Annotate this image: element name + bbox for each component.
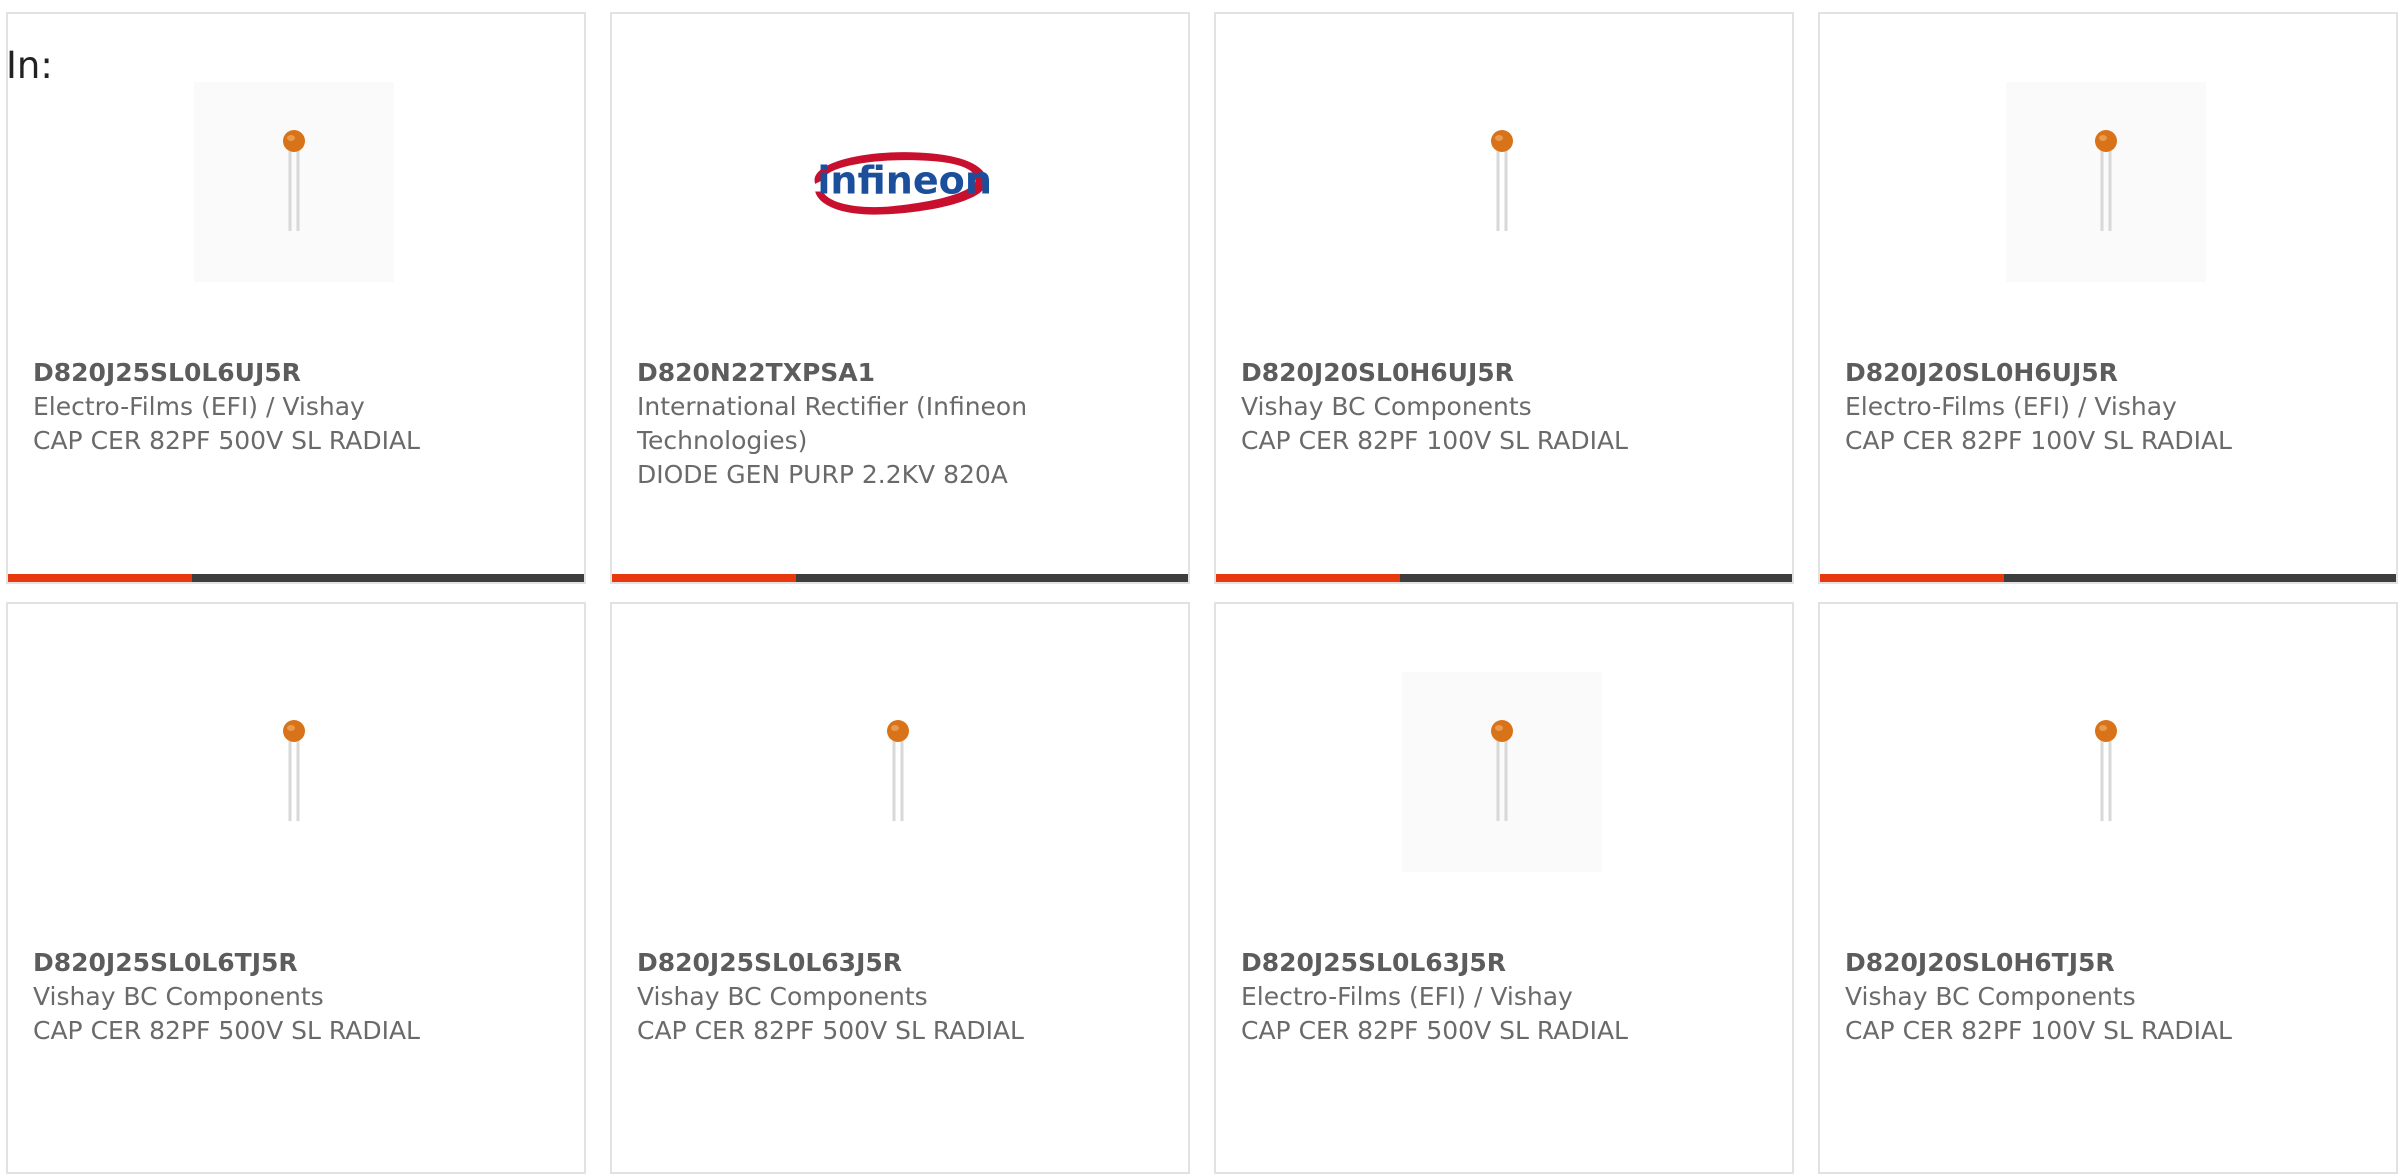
ceramic-capacitor-icon <box>887 720 909 821</box>
product-info: D820J25SL0L63J5R Electro-Films (EFI) / V… <box>1241 946 1772 1048</box>
description: CAP CER 82PF 500V SL RADIAL <box>637 1016 1024 1045</box>
progress-fill <box>612 574 797 582</box>
progress-bar <box>612 574 1188 582</box>
part-number[interactable]: D820J25SL0L63J5R <box>637 946 1168 980</box>
part-number[interactable]: D820N22TXPSA1 <box>637 356 1168 390</box>
product-card[interactable]: D820J20SL0H6UJ5R Vishay BC Components CA… <box>1214 12 1794 584</box>
manufacturer: Electro-Films (EFI) / Vishay <box>1845 392 2177 421</box>
description: CAP CER 82PF 500V SL RADIAL <box>33 1016 420 1045</box>
part-number[interactable]: D820J20SL0H6TJ5R <box>1845 946 2376 980</box>
ceramic-capacitor-icon <box>1491 130 1513 231</box>
description: CAP CER 82PF 500V SL RADIAL <box>33 426 420 455</box>
description: CAP CER 82PF 100V SL RADIAL <box>1845 1016 2232 1045</box>
description: CAP CER 82PF 100V SL RADIAL <box>1845 426 2232 455</box>
progress-bar <box>8 574 584 582</box>
part-number[interactable]: D820J25SL0L6UJ5R <box>33 356 564 390</box>
product-image <box>2006 672 2206 872</box>
description: CAP CER 82PF 100V SL RADIAL <box>1241 426 1628 455</box>
product-image: infineon <box>798 82 998 282</box>
product-card[interactable]: D820J25SL0L63J5R Electro-Films (EFI) / V… <box>1214 602 1794 1174</box>
product-card[interactable]: D820J25SL0L6TJ5R Vishay BC Components CA… <box>6 602 586 1174</box>
progress-bar <box>1216 574 1792 582</box>
product-card[interactable]: infineon D820N22TXPSA1 International Rec… <box>610 12 1190 584</box>
logo-text: infineon <box>817 158 992 202</box>
part-number[interactable]: D820J25SL0L63J5R <box>1241 946 1772 980</box>
product-info: D820J20SL0H6UJ5R Vishay BC Components CA… <box>1241 356 1772 458</box>
ceramic-capacitor-icon <box>283 130 305 231</box>
manufacturer: Electro-Films (EFI) / Vishay <box>1241 982 1573 1011</box>
manufacturer: Vishay BC Components <box>33 982 324 1011</box>
filter-label: In: <box>6 44 53 87</box>
product-card[interactable]: D820J20SL0H6UJ5R Electro-Films (EFI) / V… <box>1818 12 2398 584</box>
manufacturer: Vishay BC Components <box>1845 982 2136 1011</box>
part-number[interactable]: D820J25SL0L6TJ5R <box>33 946 564 980</box>
manufacturer: Vishay BC Components <box>1241 392 1532 421</box>
product-image <box>194 82 394 282</box>
progress-fill <box>1216 574 1401 582</box>
description: DIODE GEN PURP 2.2KV 820A <box>637 460 1008 489</box>
manufacturer: International Rectifier (Infineon Techno… <box>637 392 1028 455</box>
part-number[interactable]: D820J20SL0H6UJ5R <box>1845 356 2376 390</box>
product-image <box>2006 82 2206 282</box>
product-image <box>194 672 394 872</box>
manufacturer: Vishay BC Components <box>637 982 928 1011</box>
product-info: D820J20SL0H6TJ5R Vishay BC Components CA… <box>1845 946 2376 1048</box>
product-image <box>1402 672 1602 872</box>
manufacturer: Electro-Films (EFI) / Vishay <box>33 392 365 421</box>
product-info: D820J25SL0L6UJ5R Electro-Films (EFI) / V… <box>33 356 564 458</box>
product-card[interactable]: D820J25SL0L63J5R Vishay BC Components CA… <box>610 602 1190 1174</box>
infineon-logo-icon: infineon <box>814 152 992 215</box>
ceramic-capacitor-icon <box>2095 720 2117 821</box>
product-card[interactable]: D820J25SL0L6UJ5R Electro-Films (EFI) / V… <box>6 12 586 584</box>
description: CAP CER 82PF 500V SL RADIAL <box>1241 1016 1628 1045</box>
product-card[interactable]: D820J20SL0H6TJ5R Vishay BC Components CA… <box>1818 602 2398 1174</box>
part-number[interactable]: D820J20SL0H6UJ5R <box>1241 356 1772 390</box>
product-info: D820J25SL0L6TJ5R Vishay BC Components CA… <box>33 946 564 1048</box>
product-grid: D820J25SL0L6UJ5R Electro-Films (EFI) / V… <box>6 12 2398 1174</box>
ceramic-capacitor-icon <box>283 720 305 821</box>
progress-bar <box>1820 574 2396 582</box>
product-info: D820N22TXPSA1 International Rectifier (I… <box>637 356 1168 492</box>
ceramic-capacitor-icon <box>1491 720 1513 821</box>
ceramic-capacitor-icon <box>2095 130 2117 231</box>
product-image <box>1402 82 1602 282</box>
product-info: D820J20SL0H6UJ5R Electro-Films (EFI) / V… <box>1845 356 2376 458</box>
product-image <box>798 672 998 872</box>
product-info: D820J25SL0L63J5R Vishay BC Components CA… <box>637 946 1168 1048</box>
progress-fill <box>8 574 193 582</box>
progress-fill <box>1820 574 2005 582</box>
